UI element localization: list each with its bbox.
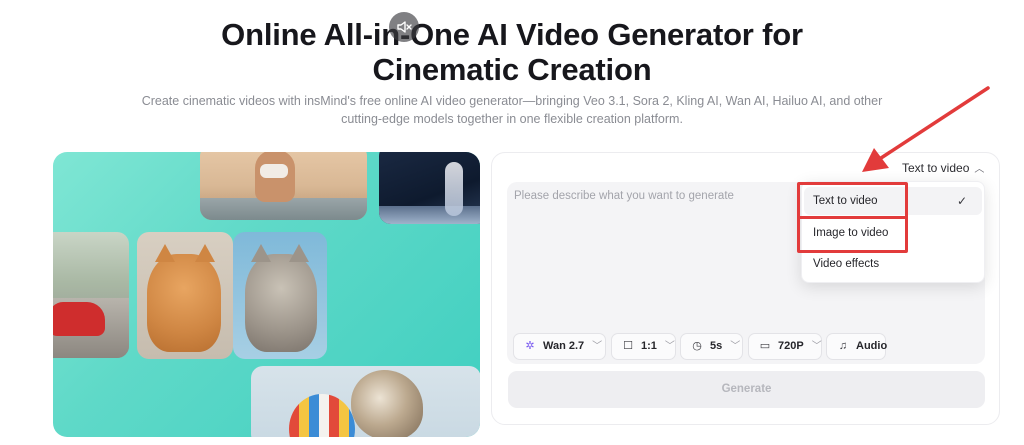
audio-label: Audio — [856, 340, 888, 352]
model-selector[interactable]: ✲ Wan 2.7 ﹀ — [513, 333, 606, 360]
ratio-label: 1:1 — [641, 340, 657, 352]
wan-model-icon: ✲ — [525, 340, 535, 352]
generate-button[interactable]: Generate — [508, 371, 985, 408]
resolution-label: 720P — [778, 340, 804, 352]
clock-icon: ◷ — [692, 340, 702, 352]
page-subtitle-line-1: Create cinematic videos with insMind's f… — [141, 94, 883, 108]
chevron-down-icon: ﹀ — [592, 341, 603, 352]
speaker-icon: ♫ — [838, 340, 848, 352]
page-title-line-2: Cinematic Creation — [372, 52, 652, 87]
video-camera-icon: ▭ — [759, 340, 771, 352]
ballet-preview-image — [379, 152, 480, 224]
car-preview-image — [53, 232, 129, 358]
duration-label: 5s — [710, 340, 723, 352]
prompt-placeholder: Please describe what you want to generat… — [514, 190, 734, 202]
chevron-up-icon: ︿ — [974, 164, 985, 175]
duration-selector[interactable]: ◷ 5s ﹀ — [680, 333, 743, 360]
mode-selector-label: Text to video — [902, 161, 970, 175]
square-ratio-icon: ☐ — [623, 340, 633, 352]
resolution-selector[interactable]: ▭ 720P ﹀ — [748, 333, 822, 360]
checkmark-icon: ✓ — [957, 194, 968, 208]
mode-selector-button[interactable]: Text to video ︿ — [902, 159, 984, 177]
grey-cat-preview-image — [233, 232, 327, 359]
menu-item-video-effects[interactable]: Video effects — [813, 258, 879, 270]
dancer-preview-image — [200, 152, 367, 220]
chevron-down-icon: ﹀ — [730, 341, 741, 352]
orange-cat-preview-image — [137, 232, 233, 359]
chevron-down-icon: ﹀ — [811, 341, 822, 352]
annotation-divider — [799, 216, 906, 219]
chevron-down-icon: ﹀ — [664, 341, 675, 352]
page-title-line-1: Online All-in-One AI Video Generator for — [221, 17, 803, 52]
balloon-preview-image — [251, 366, 480, 437]
aspect-ratio-selector[interactable]: ☐ 1:1 ﹀ — [611, 333, 676, 360]
speaker-muted-icon[interactable] — [389, 12, 419, 42]
audio-toggle[interactable]: ♫ Audio — [826, 333, 888, 360]
showcase-collage — [53, 152, 480, 437]
model-label: Wan 2.7 — [543, 340, 585, 352]
page-subtitle-line-2: cutting-edge models together in one flex… — [341, 112, 683, 126]
